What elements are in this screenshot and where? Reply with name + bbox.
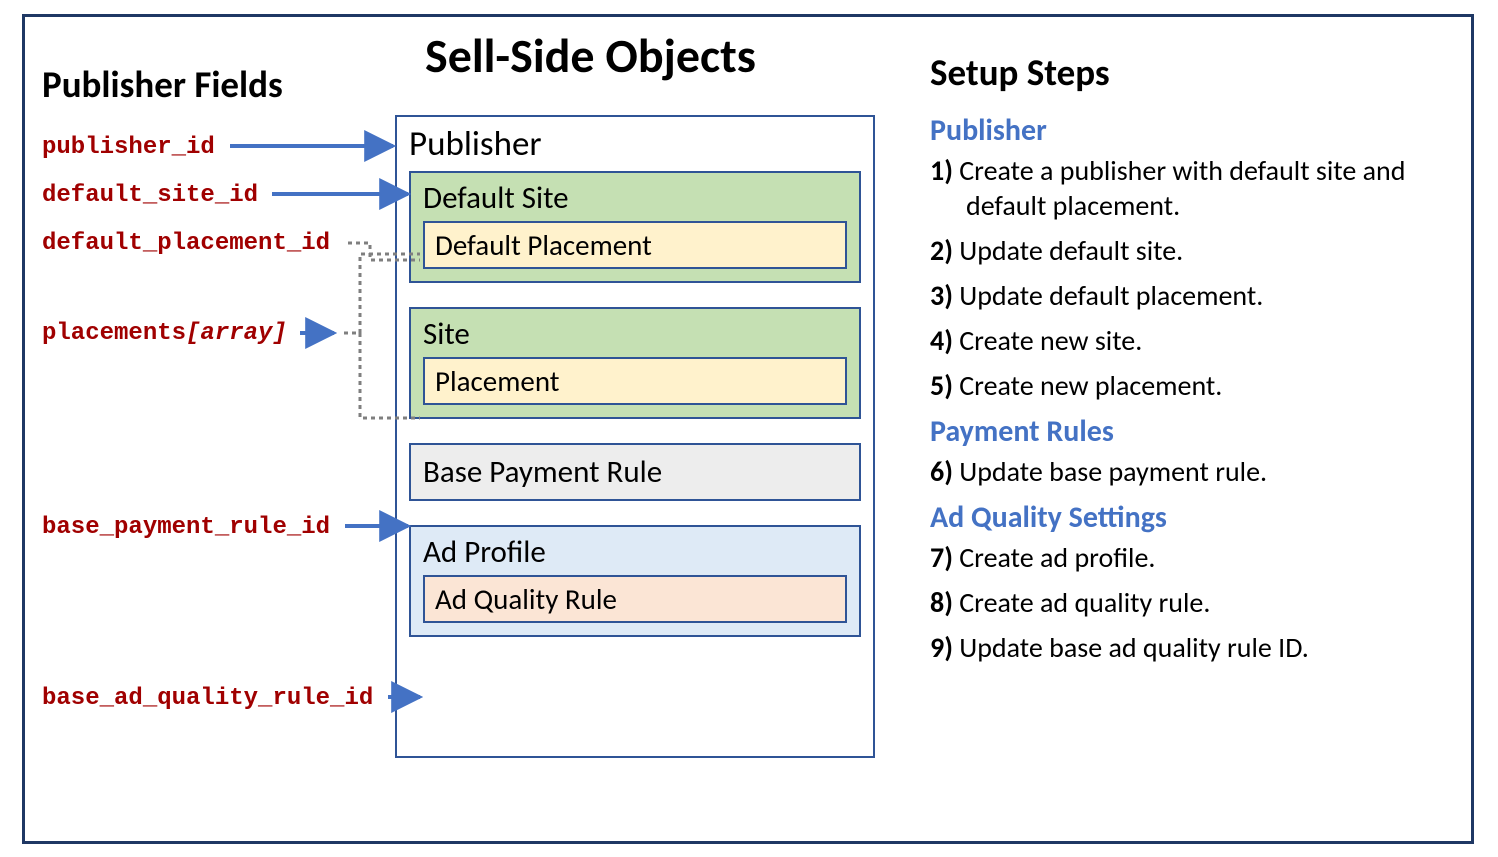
section-ad-quality: Ad Quality Settings [930, 499, 1450, 536]
site-box: Site Placement [409, 307, 861, 419]
main-title: Sell-Side Objects [425, 26, 756, 85]
setup-steps-heading: Setup Steps [930, 50, 1110, 95]
default-site-label: Default Site [423, 179, 847, 217]
publisher-fields-heading: Publisher Fields [42, 62, 283, 107]
field-placements-suffix: [array] [186, 320, 287, 347]
field-base-payment-rule-id: base_payment_rule_id [42, 514, 330, 541]
step-1: 1) Create a publisher with default site … [930, 153, 1450, 223]
default-placement-box: Default Placement [423, 221, 847, 269]
site-label: Site [423, 315, 847, 353]
section-payment-rules: Payment Rules [930, 413, 1450, 450]
ad-quality-rule-box: Ad Quality Rule [423, 575, 847, 623]
publisher-label: Publisher [409, 123, 861, 165]
base-payment-rule-box: Base Payment Rule [409, 443, 861, 501]
default-site-box: Default Site Default Placement [409, 171, 861, 283]
ad-profile-label: Ad Profile [423, 533, 847, 571]
publisher-container: Publisher Default Site Default Placement… [395, 115, 875, 758]
step-7: 7) Create ad profile. [930, 540, 1450, 575]
step-6: 6) Update base payment rule. [930, 454, 1450, 489]
field-default-placement-id: default_placement_id [42, 230, 330, 257]
placement-box: Placement [423, 357, 847, 405]
step-3: 3) Update default placement. [930, 278, 1450, 313]
step-4: 4) Create new site. [930, 323, 1450, 358]
step-5: 5) Create new placement. [930, 368, 1450, 403]
field-placements-array: placements[array] [42, 320, 287, 347]
step-8: 8) Create ad quality rule. [930, 585, 1450, 620]
section-publisher: Publisher [930, 112, 1450, 149]
field-default-site-id: default_site_id [42, 182, 258, 209]
ad-profile-box: Ad Profile Ad Quality Rule [409, 525, 861, 637]
field-placements-label: placements [42, 320, 186, 347]
field-base-ad-quality-rule-id: base_ad_quality_rule_id [42, 685, 373, 712]
setup-steps-list: Publisher 1) Create a publisher with def… [930, 104, 1450, 675]
step-2: 2) Update default site. [930, 233, 1450, 268]
field-publisher-id: publisher_id [42, 134, 215, 161]
step-9: 9) Update base ad quality rule ID. [930, 630, 1450, 665]
